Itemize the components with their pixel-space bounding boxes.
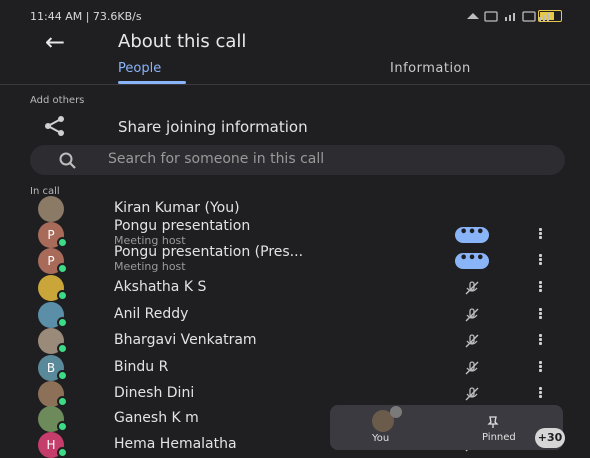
participant-name: Akshatha K S: [114, 279, 207, 295]
back-button[interactable]: ←: [45, 27, 75, 57]
participant-name: Kiran Kumar (You): [114, 200, 240, 216]
participant-row[interactable]: Anil Reddy: [0, 302, 590, 328]
online-status-dot: [57, 237, 68, 248]
participant-name: Ganesh K m: [114, 410, 199, 426]
participant-name: Hema Hemalatha: [114, 436, 237, 452]
self-view-panel[interactable]: [330, 405, 563, 450]
participant-row[interactable]: B Bindu R: [0, 355, 590, 381]
status-time: 11:44 AM | 73.6KB/s: [30, 10, 142, 23]
participant-role: Meeting host: [114, 260, 186, 273]
status-bar: 11:44 AM | 73.6KB/s: [0, 0, 590, 28]
mic-off-icon: [465, 387, 479, 401]
mic-off-icon: [465, 334, 479, 348]
participant-name: Bindu R: [114, 359, 169, 375]
tab-divider: [0, 84, 590, 85]
participant-row[interactable]: Akshatha K S: [0, 275, 590, 301]
you-label: You: [372, 433, 390, 444]
online-status-dot: [57, 317, 68, 328]
pinned-label: Pinned: [482, 432, 516, 443]
more-options-icon[interactable]: [537, 386, 543, 402]
online-status-dot: [57, 370, 68, 381]
more-options-icon[interactable]: [537, 333, 543, 349]
tab-people[interactable]: People: [118, 61, 161, 76]
participant-row[interactable]: Kiran Kumar (You): [0, 196, 590, 222]
participant-name: Anil Reddy: [114, 306, 189, 322]
participant-name: Pongu presentation (Pres...: [114, 244, 304, 260]
share-joining-info-label: Share joining information: [118, 118, 308, 136]
tab-information[interactable]: Information: [390, 61, 471, 76]
mic-off-icon: [465, 308, 479, 322]
more-options-icon[interactable]: [537, 307, 543, 323]
participant-name: Pongu presentation: [114, 218, 251, 234]
search-icon: [59, 152, 76, 169]
audio-active-icon: •••: [455, 226, 489, 243]
more-options-icon[interactable]: [537, 280, 543, 296]
participant-row[interactable]: P Pongu presentation (Pres... Meeting host…: [0, 244, 590, 274]
participant-name: Bhargavi Venkatram: [114, 332, 257, 348]
mic-off-icon: [465, 361, 479, 375]
page-title: About this call: [118, 31, 247, 52]
avatar: [38, 196, 64, 222]
online-status-dot: [57, 290, 68, 301]
participant-count-badge[interactable]: +30: [535, 428, 565, 448]
more-options-icon[interactable]: [537, 360, 543, 376]
arrow-left-icon: ←: [45, 28, 66, 56]
participant-name: Dinesh Dini: [114, 385, 195, 401]
online-status-dot: [57, 343, 68, 354]
share-icon: [45, 116, 64, 136]
online-status-dot: [57, 447, 68, 458]
more-options-icon[interactable]: [537, 253, 543, 269]
mic-off-icon: [465, 281, 479, 295]
section-label-add-others: Add others: [30, 95, 85, 106]
online-status-dot: [57, 421, 68, 432]
online-status-dot: [57, 263, 68, 274]
pin-icon: [487, 416, 499, 428]
participant-row[interactable]: Bhargavi Venkatram: [0, 328, 590, 354]
participant-row[interactable]: Dinesh Dini: [0, 381, 590, 407]
signal-icons: [467, 11, 549, 22]
audio-active-icon: •••: [455, 252, 489, 269]
more-options-icon[interactable]: [537, 227, 543, 243]
mic-off-icon: [390, 406, 402, 418]
search-placeholder: Search for someone in this call: [108, 151, 325, 167]
